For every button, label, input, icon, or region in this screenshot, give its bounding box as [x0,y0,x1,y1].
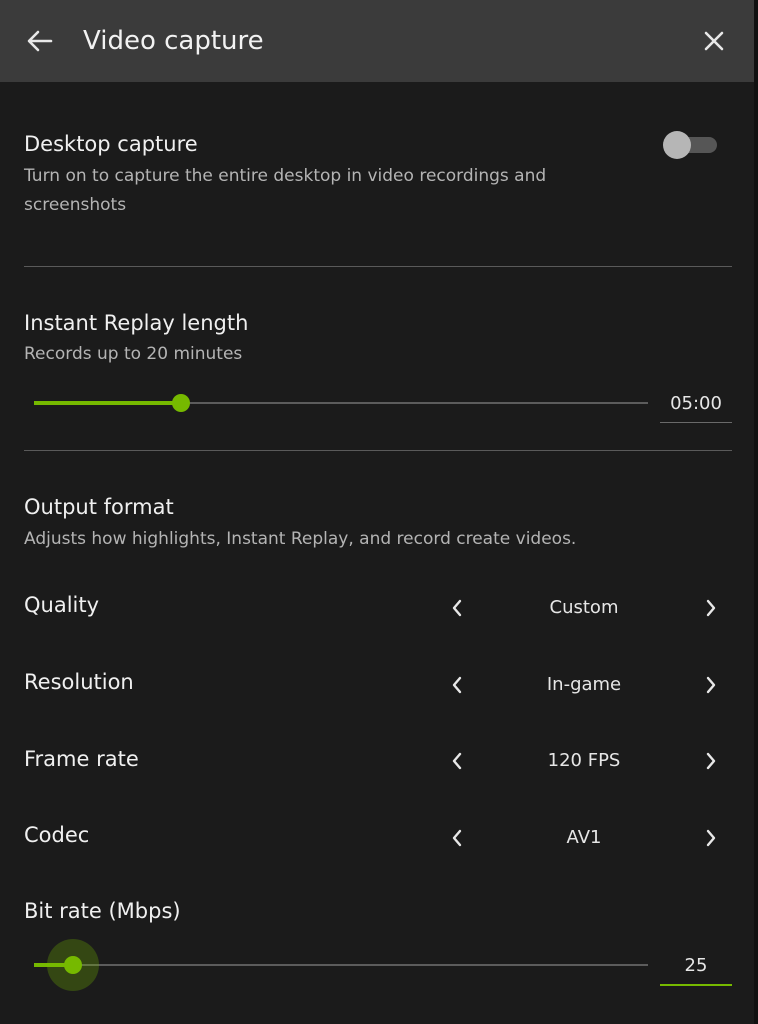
quality-next-button[interactable] [700,597,722,619]
close-button[interactable] [696,24,732,58]
chevron-right-icon [706,676,716,694]
toggle-knob [663,131,691,159]
chevron-right-icon [706,599,716,617]
back-button[interactable] [22,24,58,58]
chevron-right-icon [706,752,716,770]
chevron-left-icon [452,829,462,847]
frame-rate-label: Frame rate [24,747,139,771]
bit-rate-title: Bit rate (Mbps) [24,899,181,923]
output-format-title: Output format [24,495,174,519]
codec-next-button[interactable] [700,827,722,849]
frame-rate-prev-button[interactable] [446,750,468,772]
divider [24,266,732,267]
slider-thumb[interactable] [172,394,190,412]
slider-thumb[interactable] [64,956,82,974]
codec-prev-button[interactable] [446,827,468,849]
bit-rate-value[interactable]: 25 [660,948,732,986]
arrow-left-icon [27,30,53,52]
divider [24,450,732,451]
frame-rate-next-button[interactable] [700,750,722,772]
output-format-description: Adjusts how highlights, Instant Replay, … [24,529,577,549]
instant-replay-value[interactable]: 05:00 [660,386,732,423]
close-icon [704,31,724,51]
video-capture-panel: Video capture Desktop capture Turn on to… [0,0,758,1024]
chevron-left-icon [452,599,462,617]
desktop-capture-toggle[interactable] [663,131,717,159]
scrollbar[interactable] [754,0,758,1024]
desktop-capture-title: Desktop capture [24,132,198,156]
codec-value: AV1 [566,827,602,848]
quality-label: Quality [24,593,100,617]
instant-replay-slider[interactable] [34,388,648,418]
chevron-left-icon [452,752,462,770]
resolution-prev-button[interactable] [446,674,468,696]
instant-replay-description: Records up to 20 minutes [24,344,243,364]
resolution-next-button[interactable] [700,674,722,696]
quality-prev-button[interactable] [446,597,468,619]
panel-header: Video capture [0,0,754,82]
slider-fill [34,401,181,405]
slider-track [34,964,648,966]
instant-replay-title: Instant Replay length [24,311,249,335]
quality-value: Custom [549,597,619,618]
chevron-left-icon [452,676,462,694]
desktop-capture-description: Turn on to capture the entire desktop in… [24,166,547,215]
resolution-label: Resolution [24,670,134,694]
codec-label: Codec [24,823,90,847]
resolution-value: In-game [546,674,622,695]
page-title: Video capture [83,26,264,56]
frame-rate-value: 120 FPS [547,750,621,771]
bit-rate-slider[interactable] [34,939,648,991]
chevron-right-icon [706,829,716,847]
